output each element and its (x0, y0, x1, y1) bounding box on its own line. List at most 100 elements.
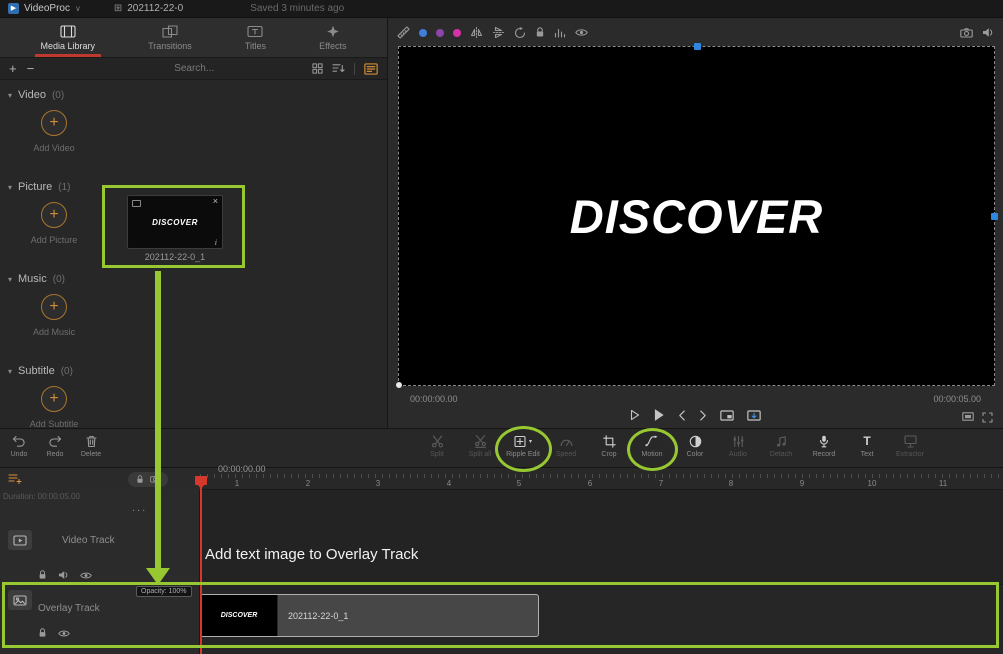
tab-titles[interactable]: Titles (239, 18, 272, 57)
tool-detach[interactable]: Detach (764, 434, 798, 458)
fit-view-icon[interactable] (962, 412, 974, 423)
preview-panel: DISCOVER 00:00:00.00 00:00:05.00 (388, 18, 1003, 428)
add-picture-button[interactable]: + Add Picture (25, 202, 83, 245)
redo-icon (48, 434, 62, 448)
tool-label: Extractor (896, 451, 924, 458)
flip-horizontal-icon[interactable] (470, 27, 483, 38)
play-button[interactable] (653, 408, 665, 422)
add-video-button[interactable]: + Add Video (25, 110, 83, 153)
timeline-ruler[interactable]: 1 2 3 4 5 6 7 8 9 10 11 (200, 474, 1003, 490)
saved-status: Saved 3 minutes ago (250, 3, 344, 14)
section-subtitle: ▾ Subtitle (0) + Add Subtitle (0, 364, 387, 428)
undo-button[interactable]: Undo (2, 434, 36, 458)
track-list-add-icon[interactable] (8, 473, 22, 485)
canvas-title-text[interactable]: DISCOVER (399, 47, 994, 385)
prev-frame-button[interactable] (678, 410, 686, 421)
add-subtitle-button[interactable]: + Add Subtitle (25, 386, 83, 428)
eye-icon[interactable] (80, 571, 92, 580)
titlebar: ▶ VideoProc ∨ ⊞ 202112-22-0 Saved 3 minu… (0, 0, 1003, 18)
tab-label: Media Library (41, 41, 96, 51)
anchor-dot[interactable] (396, 382, 402, 388)
pip-button[interactable] (720, 410, 734, 421)
tab-label: Transitions (148, 41, 192, 51)
ruler-number: 7 (659, 479, 663, 488)
collapse-caret-icon[interactable]: ▾ (8, 275, 12, 284)
plus-icon: + (49, 114, 58, 131)
ruler-icon[interactable] (397, 26, 410, 39)
video-track-lane[interactable] (200, 490, 1003, 585)
preview-canvas[interactable]: DISCOVER (398, 46, 995, 386)
add-media-button[interactable]: + (9, 62, 17, 75)
fullscreen-icon[interactable] (982, 412, 993, 423)
annotation-arrow-line (155, 271, 161, 568)
tab-media-library[interactable]: Media Library (35, 18, 102, 57)
tool-split-all[interactable]: Split all (463, 434, 497, 458)
tool-audio[interactable]: Audio (721, 434, 755, 458)
lock-icon[interactable] (38, 570, 47, 580)
tool-label: Undo (11, 451, 28, 458)
tool-label: Audio (729, 451, 747, 458)
snapshot-camera-icon[interactable] (960, 28, 973, 38)
panel-toggle-icon[interactable] (364, 63, 378, 75)
collapse-caret-icon[interactable]: ▾ (8, 91, 12, 100)
remove-media-button[interactable]: − (27, 62, 35, 75)
tab-transitions[interactable]: Transitions (142, 18, 198, 57)
marker-dot-purple[interactable] (436, 29, 444, 37)
grid-view-icon[interactable] (312, 63, 323, 74)
tab-effects[interactable]: Effects (313, 18, 352, 57)
lock-icon[interactable] (535, 27, 545, 38)
tool-label: Speed (556, 451, 576, 458)
transitions-icon (162, 25, 178, 38)
library-toolbar: + − (0, 58, 387, 80)
tool-extractor[interactable]: Extractor (893, 434, 927, 458)
tool-label: Detach (770, 451, 792, 458)
eye-icon[interactable] (575, 28, 588, 37)
more-options-icon[interactable]: ... (132, 502, 147, 514)
tool-label: Redo (47, 451, 64, 458)
collapse-caret-icon[interactable]: ▾ (8, 183, 12, 192)
tool-split[interactable]: Split (420, 434, 454, 458)
tool-record[interactable]: Record (807, 434, 841, 458)
tab-label: Titles (245, 41, 266, 51)
add-music-button[interactable]: + Add Music (25, 294, 83, 337)
undo-icon (12, 434, 26, 448)
app-menu-caret-icon[interactable]: ∨ (75, 4, 81, 13)
flip-vertical-icon[interactable] (492, 27, 505, 38)
track-header-pill[interactable] (128, 472, 168, 487)
next-frame-button[interactable] (699, 410, 707, 421)
volume-icon[interactable] (982, 27, 994, 38)
add-label: Add Video (25, 143, 83, 153)
tool-crop[interactable]: Crop (592, 434, 626, 458)
tool-text[interactable]: T Text (850, 434, 884, 458)
histogram-icon[interactable] (554, 28, 566, 38)
search-input[interactable] (174, 63, 284, 74)
snapshot-button[interactable] (747, 410, 761, 421)
timeline-header: 1 2 3 4 5 6 7 8 9 10 11 00:00:00.00 (0, 468, 1003, 490)
tool-speed[interactable]: Speed (549, 434, 583, 458)
add-label: Add Picture (25, 235, 83, 245)
ruler-number: 4 (447, 479, 451, 488)
video-track-label: Video Track (62, 535, 115, 546)
video-track-icon[interactable] (8, 530, 32, 550)
resize-handle-right[interactable] (991, 213, 998, 220)
marker-dot-blue[interactable] (419, 29, 427, 37)
play-outline-button[interactable] (630, 409, 640, 421)
color-icon (689, 434, 702, 448)
delete-button[interactable]: Delete (74, 434, 108, 458)
add-label: Add Subtitle (25, 419, 83, 428)
tool-color[interactable]: Color (678, 434, 712, 458)
collapse-caret-icon[interactable]: ▾ (8, 367, 12, 376)
app-menu[interactable]: VideoProc (24, 3, 70, 14)
ruler-number: 5 (517, 479, 521, 488)
video-track-controls (38, 570, 92, 580)
sort-icon[interactable] (332, 63, 345, 74)
rotate-icon[interactable] (514, 27, 526, 39)
redo-button[interactable]: Redo (38, 434, 72, 458)
mute-icon[interactable] (58, 570, 69, 580)
preview-toolbar (397, 26, 994, 39)
section-video: ▾ Video (0) + Add Video (0, 88, 387, 180)
titles-icon (247, 25, 263, 38)
resize-handle-top[interactable] (694, 43, 701, 50)
marker-dot-magenta[interactable] (453, 29, 461, 37)
total-time: 00:00:05.00 (933, 394, 981, 404)
